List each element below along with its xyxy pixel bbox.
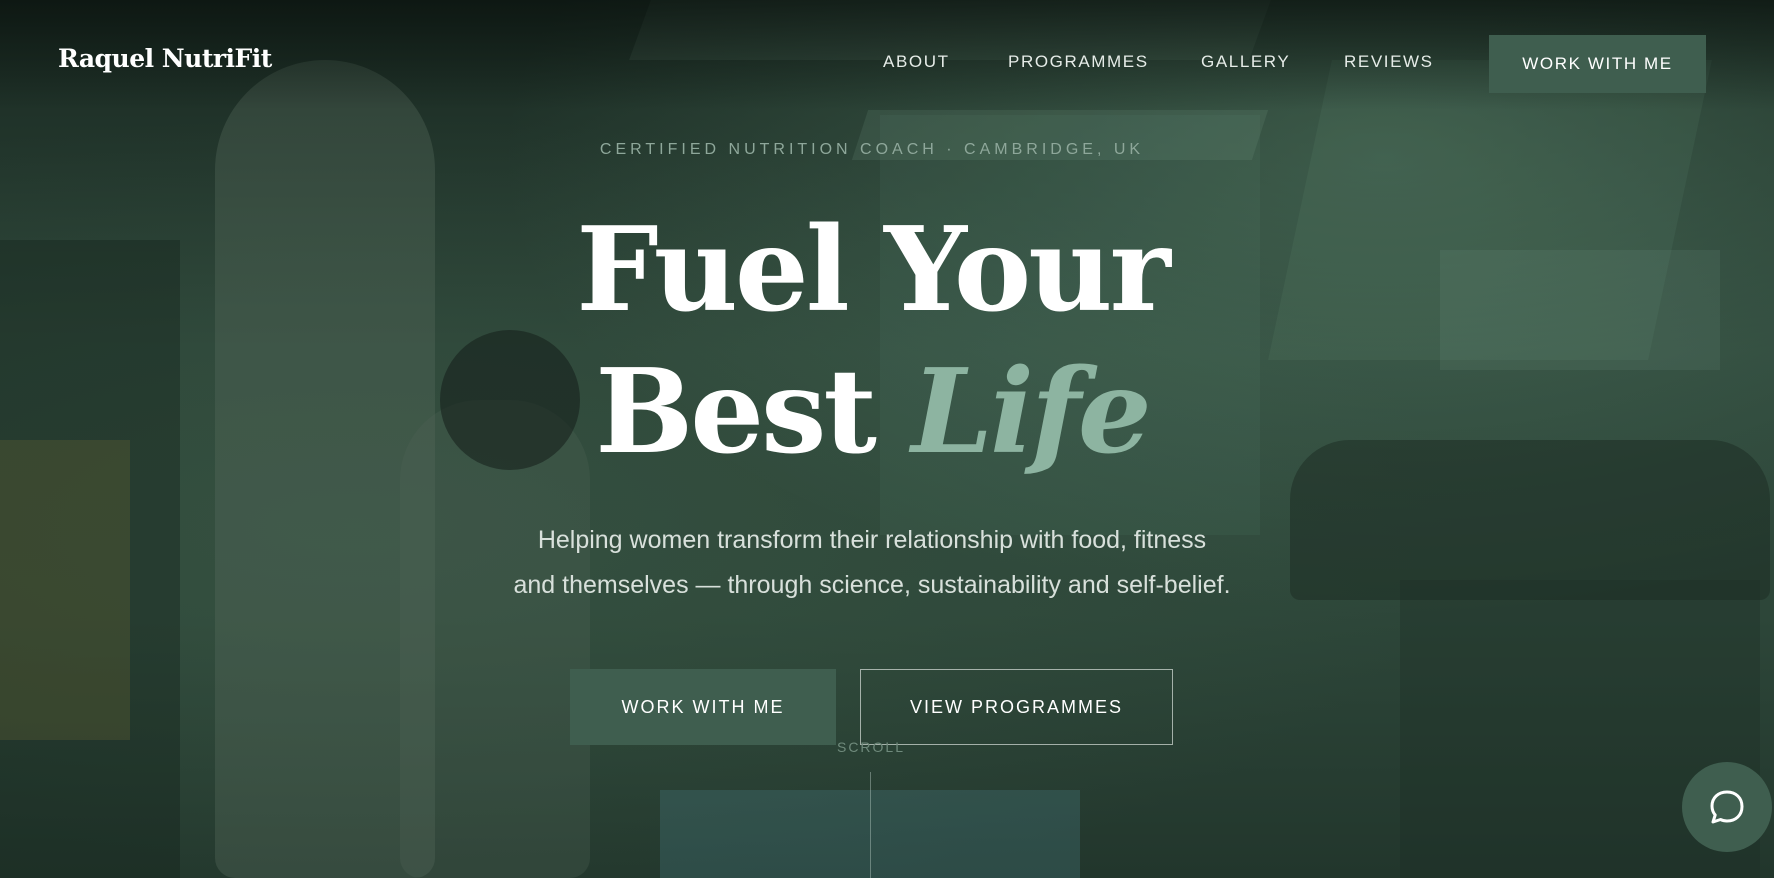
brand-logo[interactable]: Raquel NutriFit [58, 44, 272, 73]
nav-link-programmes[interactable]: PROGRAMMES [1008, 52, 1149, 72]
nav-link-reviews[interactable]: REVIEWS [1344, 52, 1434, 72]
hero-headline-accent: Life [911, 344, 1151, 480]
chat-button[interactable] [1682, 762, 1772, 852]
chat-bubble-icon [1710, 790, 1744, 824]
work-with-me-nav-button[interactable]: WORK WITH ME [1489, 35, 1706, 93]
background-person-leg [400, 400, 590, 878]
scroll-indicator-line [870, 772, 871, 878]
work-with-me-button[interactable]: WORK WITH ME [570, 669, 836, 745]
hero-subtitle-line2: and themselves — through science, sustai… [513, 571, 1231, 599]
hero-headline-line2: Best Life [0, 354, 1744, 470]
hero-headline-plain: Best [595, 344, 877, 480]
nav-link-about[interactable]: ABOUT [883, 52, 950, 72]
nav-link-gallery[interactable]: GALLERY [1201, 52, 1290, 72]
hero-headline-line1: Fuel Your [576, 202, 1170, 338]
scroll-indicator-label[interactable]: SCROLL [836, 739, 906, 755]
view-programmes-button[interactable]: VIEW PROGRAMMES [860, 669, 1173, 745]
hero-subtitle-line1: Helping women transform their relationsh… [537, 526, 1207, 554]
hero-eyebrow: CERTIFIED NUTRITION COACH · CAMBRIDGE, U… [599, 141, 1145, 158]
